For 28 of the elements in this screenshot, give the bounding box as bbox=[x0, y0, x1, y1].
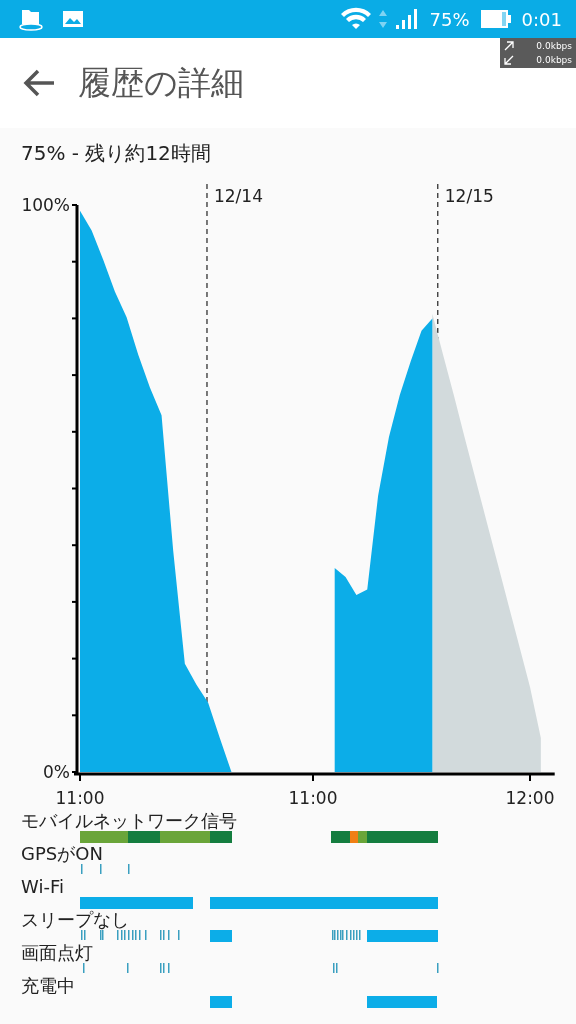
image-icon bbox=[62, 10, 84, 28]
download-arrow-icon bbox=[504, 55, 514, 65]
upload-arrow-icon bbox=[504, 41, 514, 51]
gps-timeline bbox=[81, 864, 130, 874]
y-axis-label: 0% bbox=[43, 762, 70, 782]
timeline-label: Wi-Fi bbox=[20, 876, 64, 897]
timeline-label: GPSがON bbox=[20, 843, 103, 864]
y-axis-label: 100% bbox=[21, 195, 70, 215]
upload-speed: 0.0kbps bbox=[536, 41, 572, 51]
page-title: 履歴の詳細 bbox=[78, 61, 244, 104]
folder-icon bbox=[18, 7, 44, 31]
x-axis-label: 11:00 bbox=[288, 788, 338, 808]
date-label: 12/14 bbox=[214, 186, 263, 206]
date-label: 12/15 bbox=[444, 186, 494, 206]
download-speed: 0.0kbps bbox=[536, 55, 572, 65]
signal-icon bbox=[393, 7, 420, 31]
x-axis-label: 12:00 bbox=[505, 788, 555, 808]
timeline-label: 充電中 bbox=[20, 975, 75, 996]
battery-icon bbox=[479, 8, 512, 30]
battery-summary: 75% - 残り約12時間 bbox=[20, 140, 212, 167]
wifi-icon bbox=[339, 7, 372, 31]
clock: 0:01 bbox=[521, 8, 562, 30]
timeline-label: モバイルネットワーク信号 bbox=[20, 810, 237, 831]
timeline-label: スリープなし bbox=[20, 909, 129, 930]
battery-percent: 75% bbox=[429, 8, 470, 30]
timeline-label: 画面点灯 bbox=[20, 942, 93, 963]
back-arrow-icon[interactable] bbox=[22, 68, 56, 98]
x-axis-label: 11:00 bbox=[55, 788, 105, 808]
